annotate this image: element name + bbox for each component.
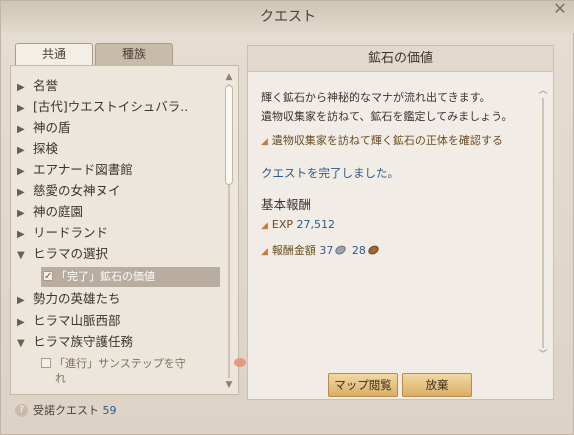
quest-category-label: 勢力の英雄たち	[33, 291, 121, 306]
collapsed-triangle-icon: ▶	[17, 229, 25, 240]
collapsed-triangle-icon: ▶	[17, 82, 25, 93]
quest-entry-label: 「進行」サンステップを守	[54, 357, 186, 370]
map-view-button[interactable]: マップ閲覧	[328, 373, 398, 397]
quest-category[interactable]: ▶ 神の庭園	[17, 202, 222, 222]
quest-description-line2: 遺物収集家を訪ねて、鉱石を鑑定してみましょう。	[261, 110, 513, 123]
quest-category[interactable]: ▶ 名誉	[17, 76, 222, 96]
collapsed-triangle-icon: ▶	[17, 295, 25, 306]
bullet-icon: ◢	[261, 137, 268, 147]
quest-category-label: 慈愛の女神ヌイ	[33, 183, 121, 198]
bronze-value: 28	[351, 244, 366, 257]
money-label: 報酬金額	[271, 244, 316, 257]
silver-coin-icon	[334, 243, 348, 257]
quest-window: クエスト ✕ 共通 種族 ▶ 名誉 ▶ [古代]ウエストイシュバラ.. ▶ 神の盾 ▶…	[0, 0, 574, 435]
quest-objective-text: 遺物収集家を訪ねて輝く鉱石の正体を確認する	[271, 134, 503, 147]
quest-category[interactable]: ▶ 勢力の英雄たち	[17, 289, 222, 309]
accepted-quest-count: ? 受諾クエスト 59	[15, 402, 117, 420]
collapsed-triangle-icon: ▶	[17, 317, 25, 328]
reward-money: ◢ 報酬金額 37 28	[261, 242, 381, 258]
silver-value: 37	[319, 244, 334, 257]
quest-category[interactable]: ▶ リードランド	[17, 223, 222, 243]
scroll-up-icon[interactable]: ▲	[224, 72, 234, 82]
speech-bubble-icon	[234, 358, 246, 367]
footer-label: 受諾クエスト	[33, 404, 99, 417]
quest-entry-selected[interactable]: 「完了」鉱石の価値	[41, 267, 220, 287]
title-bar[interactable]: クエスト ✕	[1, 1, 574, 33]
collapsed-triangle-icon: ▶	[17, 103, 25, 114]
scroll-up-icon[interactable]: ︿	[538, 86, 548, 96]
quest-category[interactable]: ▶ [古代]ウエストイシュバラ..	[17, 97, 222, 117]
abandon-button[interactable]: 放棄	[402, 373, 472, 397]
quest-entry[interactable]: 「進行」サンステップを守 れ	[41, 354, 246, 386]
quest-description-line1: 輝く鉱石から神秘的なマナが流れ出てきます。	[261, 91, 491, 104]
quest-entry-label: 「完了」鉱石の価値	[56, 270, 155, 283]
scroll-thumb[interactable]	[225, 85, 233, 185]
reward-title: 基本報酬	[261, 197, 312, 212]
bullet-icon: ◢	[261, 221, 268, 231]
quest-category-label: 神の盾	[33, 120, 71, 135]
scroll-track[interactable]	[542, 98, 544, 348]
quest-category-label: ヒラマの選択	[33, 246, 109, 261]
quest-completed-text: クエストを完了しました。	[261, 166, 399, 180]
expanded-triangle-icon: ▼	[17, 250, 25, 261]
expanded-triangle-icon: ▼	[17, 338, 25, 349]
quest-list-scrollbar[interactable]: ▲ ▼	[224, 72, 234, 390]
quest-category[interactable]: ▶ 神の盾	[17, 118, 222, 138]
quest-category-label: リードランド	[33, 225, 109, 240]
collapsed-triangle-icon: ▶	[17, 187, 25, 198]
quest-category-label: ヒラマ族守護任務	[33, 334, 134, 349]
checkbox[interactable]	[41, 358, 51, 368]
tab-race[interactable]: 種族	[95, 43, 173, 65]
quest-category[interactable]: ▼ ヒラマの選択	[17, 244, 222, 264]
help-icon[interactable]: ?	[15, 403, 28, 417]
collapsed-triangle-icon: ▶	[17, 145, 25, 156]
quest-category-label: 神の庭園	[33, 204, 84, 219]
quest-objective: ◢ 遺物収集家を訪ねて輝く鉱石の正体を確認する	[261, 132, 503, 148]
collapsed-triangle-icon: ▶	[17, 124, 25, 135]
exp-label: EXP	[271, 218, 294, 231]
quest-category[interactable]: ▶ ヒラマ山脈西部	[17, 311, 222, 331]
checkbox-checked[interactable]	[43, 267, 53, 287]
scroll-down-icon[interactable]: ﹀	[538, 350, 548, 360]
close-icon[interactable]: ✕	[551, 1, 569, 19]
quest-category-label: [古代]ウエストイシュバラ..	[33, 99, 189, 114]
quest-category-label: 探検	[33, 141, 59, 156]
collapsed-triangle-icon: ▶	[17, 166, 25, 177]
quest-entry-label-cont: れ	[55, 372, 66, 385]
quest-category-label: エアナード図書館	[33, 162, 133, 177]
quest-detail-title: 鉱石の価値	[248, 46, 553, 72]
quest-category-label: ヒラマ山脈西部	[33, 313, 121, 328]
exp-value: 27,512	[296, 218, 336, 231]
quest-category[interactable]: ▶ 慈愛の女神ヌイ	[17, 181, 222, 201]
quest-category[interactable]: ▼ ヒラマ族守護任務	[17, 332, 222, 352]
scroll-down-icon[interactable]: ▼	[224, 380, 234, 390]
quest-category[interactable]: ▶ 探検	[17, 139, 222, 159]
bronze-coin-icon	[366, 243, 381, 257]
quest-list-panel: ▶ 名誉 ▶ [古代]ウエストイシュバラ.. ▶ 神の盾 ▶ 探検 ▶ エアナード図書館 …	[10, 65, 246, 395]
bullet-icon: ◢	[261, 247, 268, 257]
reward-exp: ◢ EXP 27,512	[261, 218, 335, 231]
tab-common[interactable]: 共通	[15, 43, 93, 67]
footer-count: 59	[102, 404, 117, 417]
quest-detail-scrollbar[interactable]: ︿ ﹀	[538, 86, 548, 360]
quest-category[interactable]: ▶ エアナード図書館	[17, 160, 222, 180]
quest-detail-panel: 鉱石の価値 輝く鉱石から神秘的なマナが流れ出てきます。 遺物収集家を訪ねて、鉱石…	[247, 45, 554, 400]
window-title: クエスト	[260, 9, 316, 25]
collapsed-triangle-icon: ▶	[17, 208, 25, 219]
quest-category-label: 名誉	[33, 78, 59, 93]
